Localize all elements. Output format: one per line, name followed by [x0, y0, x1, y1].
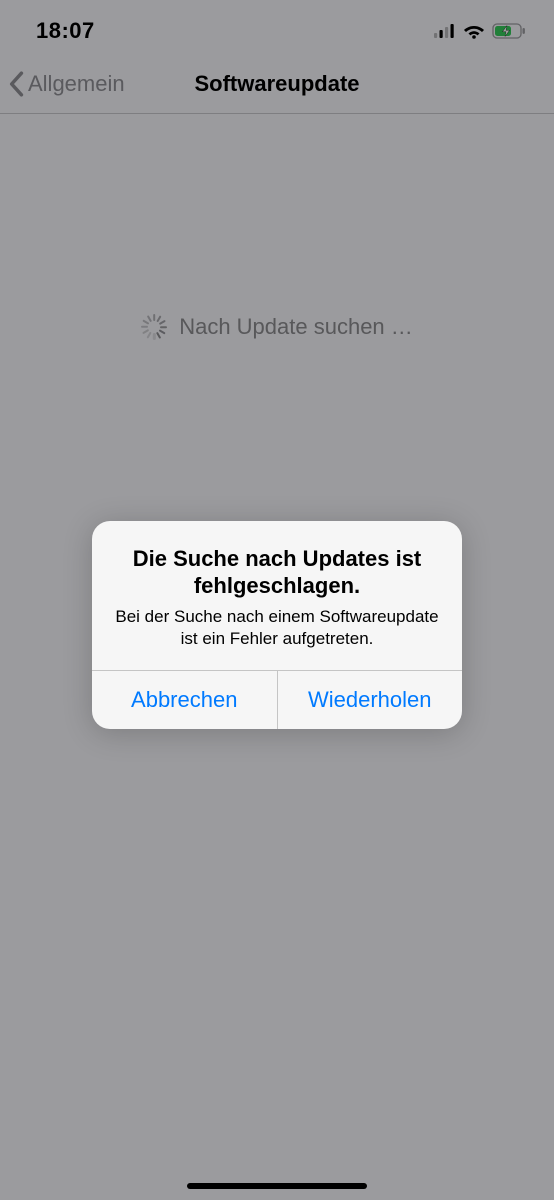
alert-dialog: Die Suche nach Updates ist fehlgeschlage…: [92, 521, 462, 729]
alert-title: Die Suche nach Updates ist fehlgeschlage…: [112, 545, 442, 600]
alert-message: Bei der Suche nach einem Softwareupdate …: [112, 606, 442, 650]
home-indicator: [187, 1183, 367, 1189]
alert-buttons: Abbrechen Wiederholen: [92, 670, 462, 729]
retry-button[interactable]: Wiederholen: [277, 671, 463, 729]
cancel-button[interactable]: Abbrechen: [92, 671, 277, 729]
alert-body: Die Suche nach Updates ist fehlgeschlage…: [92, 521, 462, 670]
modal-overlay: Die Suche nach Updates ist fehlgeschlage…: [0, 0, 554, 1200]
